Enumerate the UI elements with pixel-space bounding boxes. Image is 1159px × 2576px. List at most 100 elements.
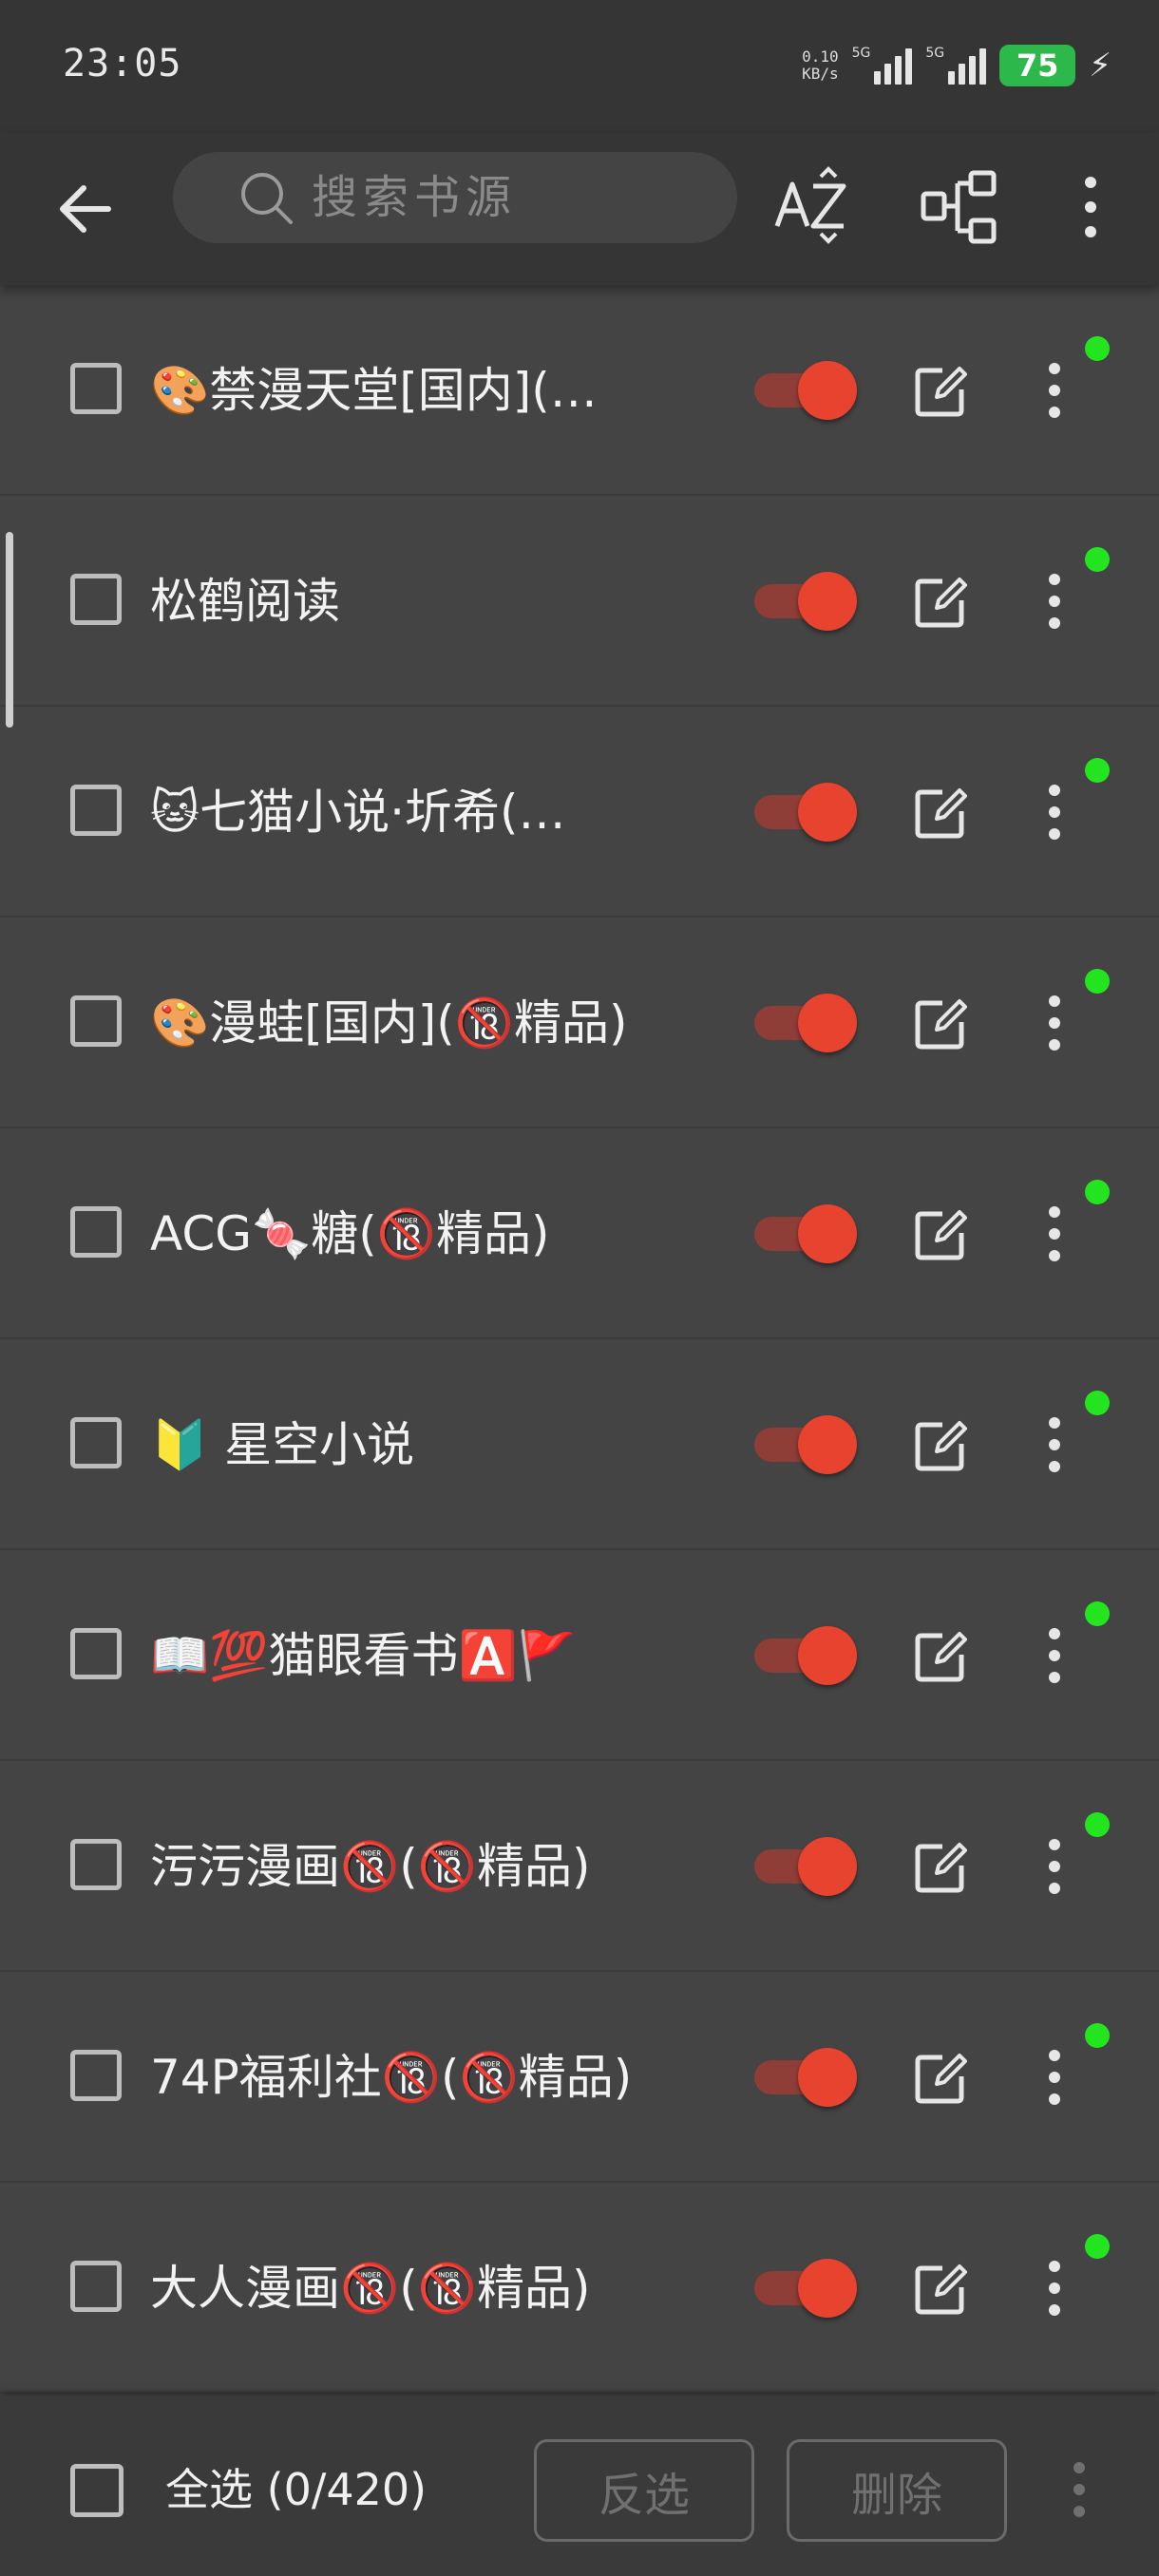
status-time: 23:05: [63, 42, 182, 85]
row-more-button[interactable]: [1036, 1413, 1074, 1476]
edit-button[interactable]: [914, 1208, 967, 1261]
source-name: 污污漫画🔞(🔞精品): [150, 1839, 591, 1894]
edit-icon: [915, 999, 967, 1050]
row-checkbox[interactable]: [70, 1206, 122, 1258]
sim2-network-label: 5G: [925, 46, 945, 61]
arrow-left-icon: [60, 185, 111, 233]
source-name: 松鹤阅读: [150, 574, 340, 629]
row-checkbox[interactable]: [70, 1628, 122, 1679]
row-more-button[interactable]: [1036, 1624, 1074, 1687]
row-checkbox[interactable]: [70, 574, 122, 625]
switch-thumb: [798, 1415, 857, 1474]
more-vertical-icon: [1049, 1206, 1060, 1261]
edit-icon: [915, 2054, 967, 2104]
sort-button[interactable]: [771, 163, 851, 247]
more-vertical-icon: [1049, 363, 1060, 418]
bottom-action-bar: 全选 (0/420) 反选 删除: [0, 2396, 1159, 2576]
row-more-button[interactable]: [1036, 781, 1074, 843]
row-checkbox[interactable]: [70, 785, 122, 836]
select-all-checkbox[interactable]: [70, 2464, 124, 2517]
source-row: 污污漫画🔞(🔞精品): [0, 1761, 1159, 1972]
status-dot: [1085, 1391, 1110, 1415]
bottom-more-button[interactable]: [1062, 2458, 1096, 2521]
edit-icon: [915, 1210, 967, 1260]
switch-thumb: [798, 1626, 857, 1685]
row-checkbox[interactable]: [70, 1839, 122, 1890]
switch-thumb: [798, 783, 857, 842]
edit-button[interactable]: [914, 1841, 967, 1894]
enable-switch[interactable]: [754, 1626, 859, 1685]
row-checkbox[interactable]: [70, 2050, 122, 2101]
switch-thumb: [798, 572, 857, 631]
enable-switch[interactable]: [754, 1837, 859, 1896]
source-row: 松鹤阅读: [0, 496, 1159, 707]
group-icon: [921, 170, 997, 244]
enable-switch[interactable]: [754, 361, 859, 420]
edit-button[interactable]: [914, 1630, 967, 1683]
edit-button[interactable]: [914, 365, 967, 418]
status-dot: [1085, 336, 1110, 361]
switch-thumb: [798, 1204, 857, 1263]
switch-thumb: [798, 2048, 857, 2107]
back-button[interactable]: [49, 171, 125, 247]
more-vertical-icon: [1049, 1839, 1060, 1894]
search-icon: [241, 173, 293, 224]
more-vertical-icon: [1049, 995, 1060, 1051]
select-all-label: 全选 (0/420): [165, 2464, 428, 2515]
invert-selection-button[interactable]: 反选: [534, 2439, 754, 2542]
status-dot: [1085, 1812, 1110, 1837]
more-vertical-icon: [1049, 2050, 1060, 2105]
switch-thumb: [798, 1837, 857, 1896]
source-name: 🔰 星空小说: [150, 1417, 415, 1472]
group-button[interactable]: [920, 167, 999, 247]
search-input[interactable]: [310, 170, 674, 225]
row-more-button[interactable]: [1036, 1835, 1074, 1898]
delete-button[interactable]: 删除: [787, 2439, 1007, 2542]
edit-button[interactable]: [914, 576, 967, 629]
status-dot: [1085, 1601, 1110, 1626]
edit-icon: [915, 1843, 967, 1893]
status-dot: [1085, 2234, 1110, 2259]
edit-button[interactable]: [914, 786, 967, 840]
row-more-button[interactable]: [1036, 2257, 1074, 2320]
status-indicators: 0.10 KB/s 5G 5G 75 ⚡: [802, 40, 1112, 91]
source-row: ACG🍬糖(🔞精品): [0, 1128, 1159, 1339]
enable-switch[interactable]: [754, 572, 859, 631]
enable-switch[interactable]: [754, 2048, 859, 2107]
row-more-button[interactable]: [1036, 570, 1074, 633]
enable-switch[interactable]: [754, 1204, 859, 1263]
edit-button[interactable]: [914, 2052, 967, 2105]
row-checkbox[interactable]: [70, 995, 122, 1047]
edit-icon: [915, 788, 967, 839]
row-more-button[interactable]: [1036, 359, 1074, 422]
source-list: 🎨禁漫天堂[国内](… 松鹤阅读 🐱七猫小说·圻希(… 🎨漫蛙[国内](🔞精品)…: [0, 285, 1159, 2396]
enable-switch[interactable]: [754, 783, 859, 842]
edit-button[interactable]: [914, 997, 967, 1051]
edit-icon: [915, 1632, 967, 1682]
row-more-button[interactable]: [1036, 992, 1074, 1054]
row-checkbox[interactable]: [70, 2261, 122, 2312]
row-checkbox[interactable]: [70, 363, 122, 414]
row-checkbox[interactable]: [70, 1417, 122, 1468]
enable-switch[interactable]: [754, 1415, 859, 1474]
row-more-button[interactable]: [1036, 2046, 1074, 2109]
more-vertical-icon: [1085, 177, 1096, 237]
enable-switch[interactable]: [754, 2259, 859, 2318]
overflow-menu-button[interactable]: [1062, 167, 1119, 247]
more-vertical-icon: [1049, 574, 1060, 629]
source-row: 📖💯猫眼看书🅰️🚩: [0, 1550, 1159, 1761]
search-box[interactable]: [173, 152, 737, 243]
scrollbar-thumb[interactable]: [6, 532, 13, 728]
source-name: ACG🍬糖(🔞精品): [150, 1206, 550, 1261]
edit-icon: [915, 1421, 967, 1471]
row-more-button[interactable]: [1036, 1203, 1074, 1265]
status-bar: 23:05 0.10 KB/s 5G 5G 75 ⚡: [0, 0, 1159, 133]
edit-button[interactable]: [914, 1419, 967, 1472]
enable-switch[interactable]: [754, 994, 859, 1052]
switch-thumb: [798, 994, 857, 1052]
more-vertical-icon: [1074, 2462, 1085, 2517]
switch-thumb: [798, 2259, 857, 2318]
source-name: 🎨漫蛙[国内](🔞精品): [150, 995, 628, 1051]
status-dot: [1085, 2023, 1110, 2048]
edit-button[interactable]: [914, 2263, 967, 2316]
